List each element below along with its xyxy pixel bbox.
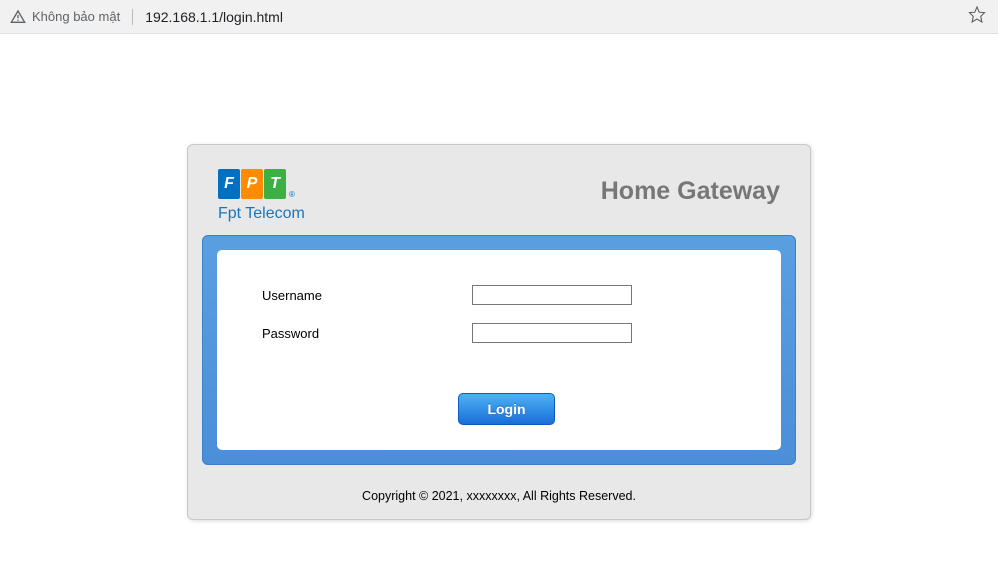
security-text: Không bảo mật — [32, 9, 120, 24]
login-button[interactable]: Login — [458, 393, 554, 425]
fpt-logo-icon: F P T ® — [218, 169, 305, 199]
password-row: Password — [262, 323, 751, 343]
username-input[interactable] — [472, 285, 632, 305]
password-input[interactable] — [472, 323, 632, 343]
url-text[interactable]: 192.168.1.1/login.html — [145, 9, 283, 25]
username-label: Username — [262, 288, 472, 303]
security-warning[interactable]: Không bảo mật — [10, 9, 133, 25]
login-form-wrap: Username Password Login — [202, 235, 796, 465]
login-button-wrap: Login — [262, 393, 751, 425]
browser-address-bar: Không bảo mật 192.168.1.1/login.html — [0, 0, 998, 34]
warning-icon — [10, 9, 26, 25]
page-title: Home Gateway — [601, 169, 780, 206]
password-label: Password — [262, 326, 472, 341]
copyright-text: Copyright © 2021, xxxxxxxx, All Rights R… — [188, 477, 810, 519]
logo-block: F P T ® Fpt Telecom — [218, 169, 305, 223]
login-form: Username Password Login — [217, 250, 781, 450]
bookmark-star-icon[interactable] — [968, 5, 986, 28]
panel-header: F P T ® Fpt Telecom Home Gateway — [188, 145, 810, 235]
username-row: Username — [262, 285, 751, 305]
login-panel: F P T ® Fpt Telecom Home Gateway Usernam… — [187, 144, 811, 520]
brand-name: Fpt Telecom — [218, 205, 305, 223]
